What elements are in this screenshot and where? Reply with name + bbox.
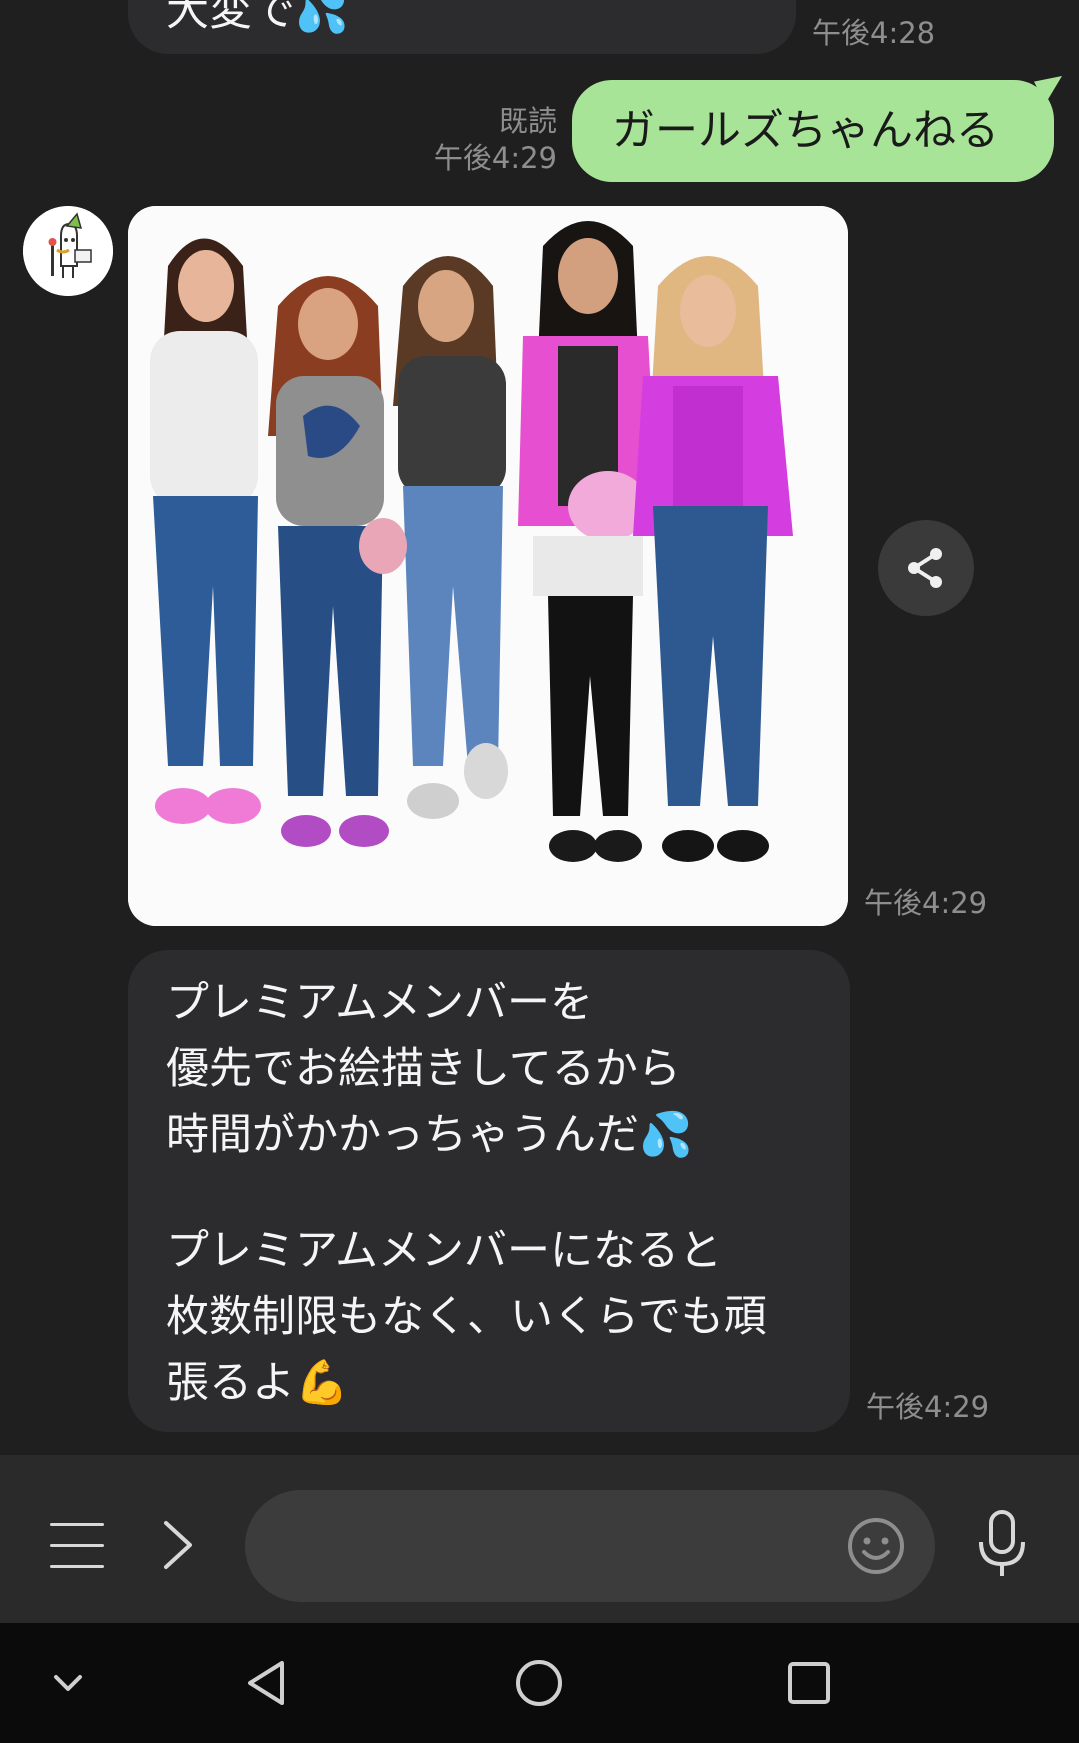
message-input[interactable]: [281, 1514, 845, 1580]
message-list[interactable]: 大変で💦 午後4:28 既読 午後4:29 ガールズちゃんねる 午後4:29 プ…: [0, 0, 1079, 1455]
incoming-message-bubble[interactable]: プレミアムメンバーを 優先でお絵描きしてるから 時間がかかっちゃうんだ💦 プレミ…: [128, 950, 850, 1432]
avatar-illustration: [23, 206, 113, 296]
message-line: 時間がかかっちゃうんだ💦: [166, 1110, 693, 1160]
message-text-field[interactable]: [245, 1490, 935, 1602]
message-line: プレミアムメンバーになると: [166, 1226, 722, 1276]
menu-icon[interactable]: [50, 1523, 104, 1569]
emoji-icon[interactable]: [846, 1516, 906, 1576]
share-button[interactable]: [878, 520, 974, 616]
incoming-message-bubble[interactable]: 大変で💦: [128, 0, 796, 54]
message-line: 優先でお絵描きしてるから: [166, 1044, 681, 1094]
message-line: 張るよ💪: [166, 1358, 349, 1408]
message-line: プレミアムメンバーを: [166, 978, 593, 1028]
recents-icon[interactable]: [779, 1653, 839, 1713]
bubble-tail: [1034, 76, 1062, 104]
chevron-right-icon[interactable]: [158, 1515, 198, 1575]
message-time: 午後4:29: [433, 141, 557, 175]
message-text: ガールズちゃんねる: [612, 106, 999, 156]
outgoing-message-bubble[interactable]: ガールズちゃんねる: [572, 76, 1062, 182]
message-time: 午後4:29: [864, 886, 988, 920]
hide-keyboard-icon[interactable]: [38, 1653, 98, 1713]
chat-screen: 大変で💦 午後4:28 既読 午後4:29 ガールズちゃんねる 午後4:29 プ…: [0, 0, 1079, 1743]
microphone-icon[interactable]: [972, 1508, 1032, 1580]
image-message[interactable]: [128, 206, 848, 926]
bot-avatar[interactable]: [23, 206, 113, 296]
group-photo-image: [128, 206, 848, 926]
message-line: 枚数制限もなく、いくらでも頑: [166, 1292, 767, 1342]
message-time: 午後4:28: [812, 16, 936, 50]
share-icon: [908, 548, 942, 588]
message-text: 大変で💦: [166, 0, 349, 36]
message-text: プレミアムメンバーを 優先でお絵描きしてるから 時間がかかっちゃうんだ💦 プレミ…: [166, 970, 767, 1416]
home-icon[interactable]: [509, 1653, 569, 1713]
read-receipt: 既読: [498, 104, 557, 138]
message-time: 午後4:29: [866, 1390, 990, 1424]
system-navigation-bar: [0, 1623, 1079, 1743]
back-icon[interactable]: [238, 1653, 298, 1713]
